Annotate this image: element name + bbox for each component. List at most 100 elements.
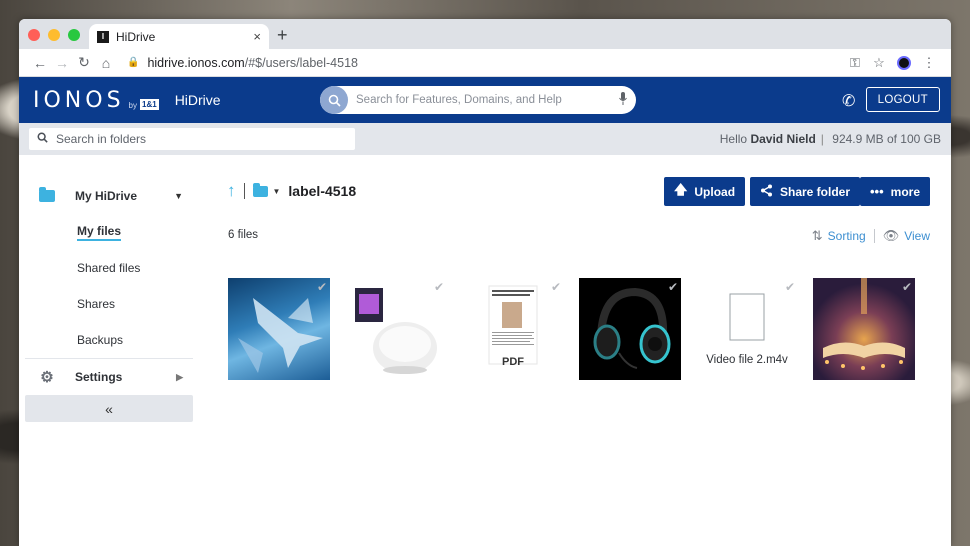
control-divider [873,229,875,243]
window-controls [28,29,80,41]
url-host: hidrive.ionos.com [147,55,245,70]
url-field[interactable]: 🔒 hidrive.ionos.com/#$/users/label-4518 [127,56,843,70]
greeting: Hello [719,132,748,146]
sidebar-item-settings[interactable]: ⚙ Settings ▶ [25,359,193,395]
close-window-button[interactable] [28,29,40,41]
back-arrow-icon[interactable]: ← [29,55,51,71]
browser-tab[interactable]: I HiDrive × [89,24,269,49]
upload-arrow-icon: 🡅 [674,181,688,197]
app-header: IONOS by 1&1 HiDrive ✆ LOGOUT [19,77,951,123]
sidebar-item-my-files[interactable]: My files [25,214,193,250]
forward-arrow-icon[interactable]: → [51,55,73,71]
logo-badge: 1&1 [140,98,159,110]
checkmark-icon[interactable]: ✔ [902,280,912,294]
star-icon[interactable]: ☆ [867,55,891,71]
microphone-icon[interactable] [610,92,636,108]
global-search-input[interactable] [348,94,610,106]
search-icon[interactable] [320,86,348,114]
current-folder-name: label-4518 [288,183,357,199]
logout-button[interactable]: LOGOUT [865,87,940,112]
headphones-photo-icon [593,287,671,369]
file-tile[interactable]: ✔ [228,278,330,380]
app-name: HiDrive [174,92,221,108]
file-tile[interactable]: ✔ [813,278,915,380]
folder-search-input[interactable] [56,132,347,146]
home-icon[interactable]: ⌂ [95,55,117,71]
key-icon[interactable]: ⚿ [843,55,867,71]
sub-bar: Hello David Nield| 924.9 MB of 100 GB [19,123,951,155]
upload-button[interactable]: 🡅 Upload [664,177,746,206]
file-tile[interactable]: Video file 2.m4v ✔ [696,278,798,380]
address-bar: ← → ↻ ⌂ 🔒 hidrive.ionos.com/#$/users/lab… [19,49,951,77]
sidebar-item-label: Shared files [77,261,141,275]
minimize-window-button[interactable] [48,29,60,41]
caret-down-icon[interactable]: ▼ [174,191,183,201]
tab-close-icon[interactable]: × [253,29,261,44]
user-name[interactable]: David Nield [750,132,815,146]
url-path: /#$/users/label-4518 [244,55,358,70]
browser-window: I HiDrive × + ← → ↻ ⌂ 🔒 hidrive.ionos.co… [19,19,951,546]
favicon-icon: I [97,30,109,43]
maximize-window-button[interactable] [68,29,80,41]
menu-dots-icon[interactable]: ⋮ [917,55,941,71]
lock-icon: 🔒 [127,57,140,68]
folder-search [29,128,355,150]
file-tile[interactable]: PDF ✔ [462,278,564,380]
share-icon [760,184,773,200]
sidebar-item-shares[interactable]: Shares [25,286,193,322]
more-button[interactable]: ••• more [860,177,930,206]
upload-label: Upload [694,184,736,199]
checkmark-icon[interactable]: ✔ [434,280,444,294]
logo-by-text: by [128,100,137,110]
book-photo-icon [823,278,905,370]
sort-icon: ⇅ [811,228,823,243]
ionos-logo[interactable]: IONOS [33,88,125,113]
sort-view-controls: ⇅ Sorting 👁 View [812,228,930,244]
checkmark-icon[interactable]: ✔ [317,280,327,294]
sidebar-item-label: Shares [77,297,116,311]
file-count: 6 files [228,229,259,241]
breadcrumb-divider [243,183,245,199]
reload-icon[interactable]: ↻ [73,54,95,71]
shark-photo-icon [238,298,323,373]
tab-title: HiDrive [116,29,156,44]
folder-icon [39,187,55,202]
eye-icon: 👁 [882,228,900,243]
account-info: Hello David Nield | 924.9 MB of 100 GB [719,132,941,146]
video-file-name: Video file 2.m4v [706,354,788,366]
caret-down-icon[interactable]: ▼ [273,187,281,196]
chevron-right-icon: ▶ [176,371,183,382]
sidebar-item-shared-files[interactable]: Shared files [25,250,193,286]
sidebar-item-label: My HiDrive [75,189,138,203]
share-folder-label: Share folder [780,184,851,199]
search-icon [37,132,48,146]
new-tab-button[interactable]: + [277,25,288,46]
sidebar-item-my-hidrive[interactable]: My HiDrive ▼ [25,178,193,214]
file-tile[interactable]: ✔ [345,278,447,380]
checkmark-icon[interactable]: ✔ [668,280,678,294]
tab-strip: I HiDrive × + [19,19,951,49]
phone-icon[interactable]: ✆ [842,91,855,111]
sidebar: My HiDrive ▼ My files Shared files Share… [25,178,193,422]
sidebar-item-label: Backups [77,333,124,347]
checkmark-icon[interactable]: ✔ [785,280,795,294]
file-grid: ✔ ✔ PDF ✔ ✔ Video file 2.m4v ✔ ✔ [228,278,915,380]
collapse-sidebar-button[interactable]: « [25,395,193,422]
checkmark-icon[interactable]: ✔ [551,280,561,294]
profile-avatar[interactable] [897,55,911,70]
view-link[interactable]: View [904,229,930,243]
folder-up-icon[interactable]: ↑ [227,181,236,201]
global-search [320,86,636,114]
sidebar-item-backups[interactable]: Backups [25,322,193,358]
breadcrumb: ↑ ▼ label-4518 [227,181,356,201]
folder-icon [252,182,268,197]
more-label: more [890,184,920,199]
sorting-link[interactable]: Sorting [828,229,866,243]
more-dots-icon: ••• [870,184,884,199]
sidebar-item-label: My files [77,224,122,241]
lamp-photo-icon [355,288,437,374]
gear-icon: ⚙ [40,369,54,386]
share-folder-button[interactable]: Share folder [750,177,861,206]
pdf-label: PDF [502,356,524,368]
file-tile[interactable]: ✔ [579,278,681,380]
